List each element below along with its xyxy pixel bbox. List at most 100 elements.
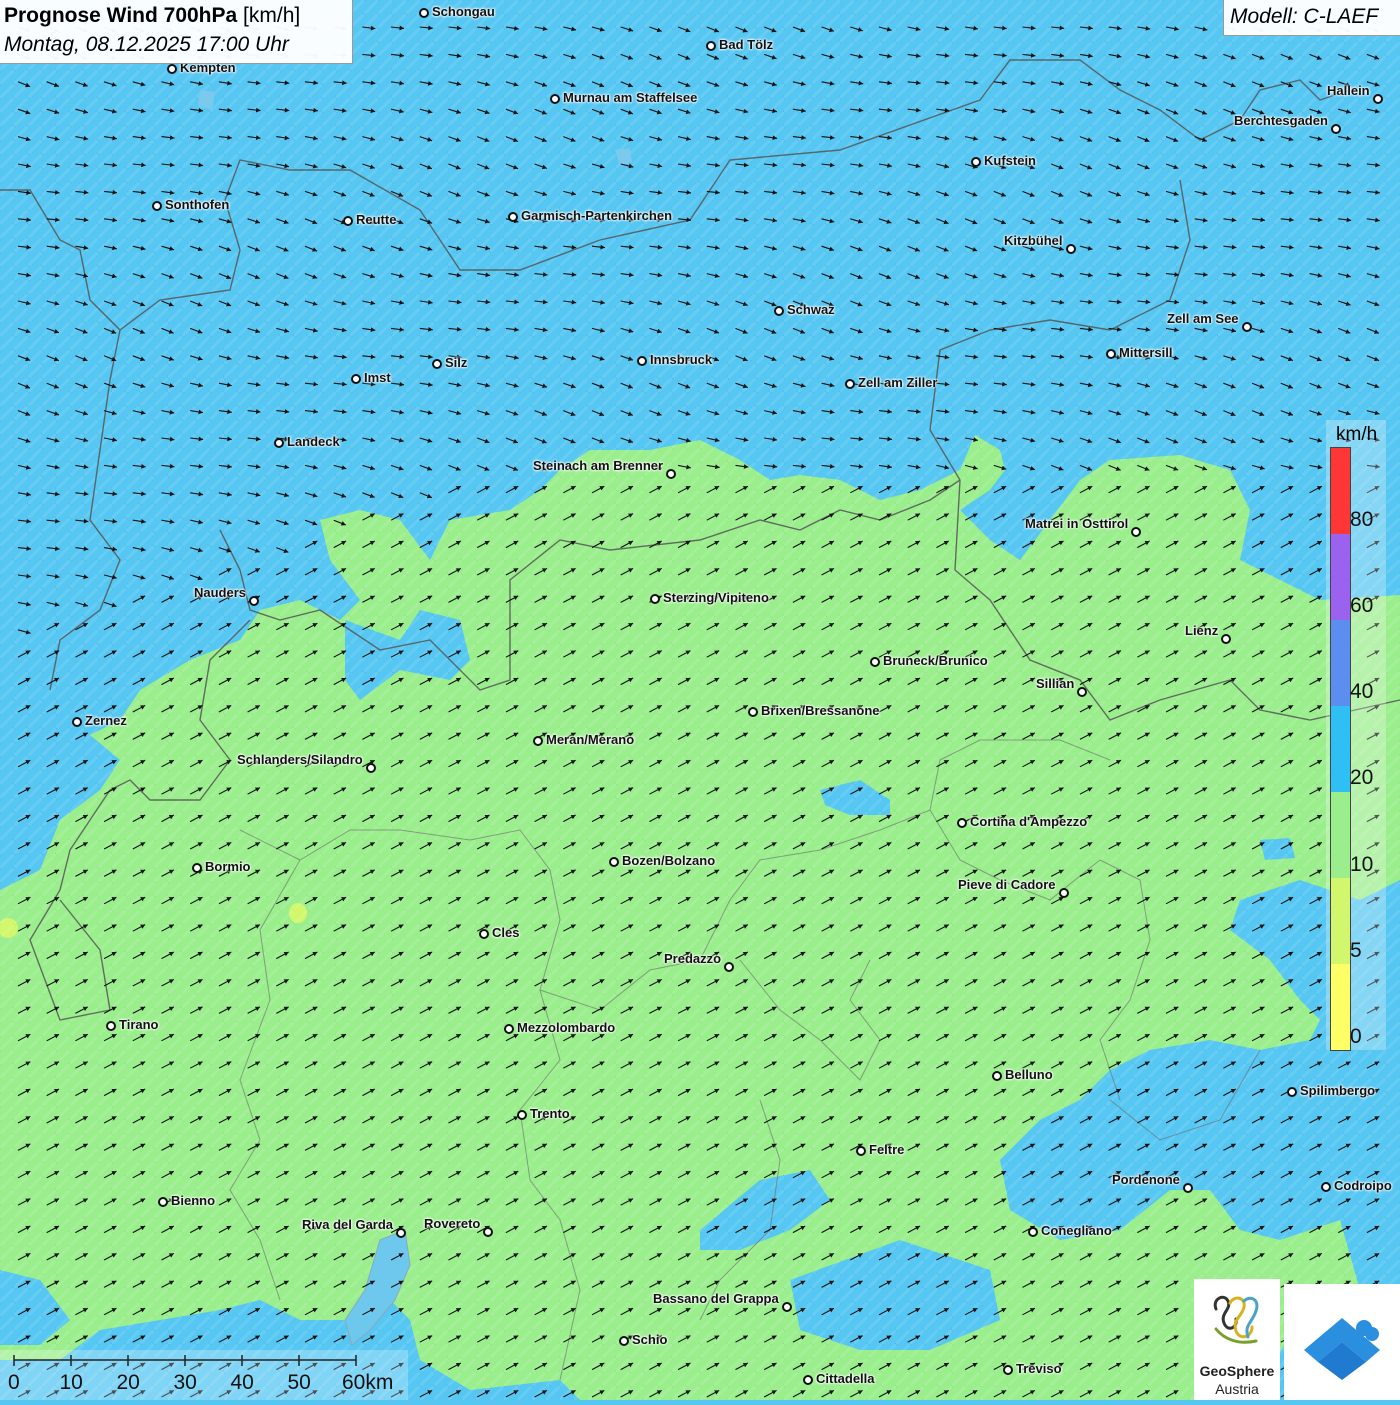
- city-label: Schongau: [432, 4, 495, 19]
- city-marker[interactable]: [1028, 1227, 1038, 1237]
- scale-label: 10: [59, 1371, 83, 1394]
- city-marker[interactable]: [706, 41, 716, 51]
- legend-label: 80: [1350, 508, 1374, 531]
- legend-color-step: [1331, 620, 1350, 706]
- app-logo[interactable]: [1284, 1284, 1400, 1400]
- city-marker[interactable]: [1321, 1182, 1331, 1192]
- city-marker[interactable]: [1242, 322, 1252, 332]
- city-label: Garmisch-Partenkirchen: [521, 208, 673, 223]
- legend-label: 0: [1350, 1025, 1362, 1048]
- city-label: Mezzolombardo: [517, 1020, 616, 1035]
- city-marker[interactable]: [870, 657, 880, 667]
- city-marker[interactable]: [72, 717, 82, 727]
- forecast-datetime: Montag, 08.12.2025 17:00 Uhr: [4, 33, 289, 56]
- city-label: Spilimbergo: [1300, 1083, 1376, 1098]
- city-label: Conegliano: [1041, 1223, 1112, 1238]
- city-marker[interactable]: [396, 1228, 406, 1238]
- model-panel: Modell: C-LAEF: [1223, 0, 1400, 36]
- city-label: Kitzbühel: [1004, 233, 1063, 248]
- city-marker[interactable]: [1331, 124, 1341, 134]
- city-marker[interactable]: [1221, 634, 1231, 644]
- legend-label: 20: [1350, 766, 1374, 789]
- title-panel: Prognose Wind 700hPa [km/h] Montag, 08.1…: [0, 0, 353, 64]
- city-label: Bad Tölz: [719, 37, 774, 52]
- city-marker[interactable]: [782, 1302, 792, 1312]
- city-label: Cittadella: [816, 1371, 875, 1386]
- city-marker[interactable]: [666, 469, 676, 479]
- scale-label: 20: [116, 1371, 140, 1394]
- scale-label: 60km: [342, 1371, 394, 1394]
- city-marker[interactable]: [1183, 1183, 1193, 1193]
- city-marker[interactable]: [106, 1021, 116, 1031]
- city-marker[interactable]: [1003, 1365, 1013, 1375]
- model-label: Modell: C-LAEF: [1230, 5, 1379, 28]
- city-marker[interactable]: [432, 359, 442, 369]
- city-label: Reutte: [356, 212, 397, 227]
- city-marker[interactable]: [274, 438, 284, 448]
- city-label: Rovereto: [424, 1216, 481, 1231]
- city-marker[interactable]: [533, 736, 543, 746]
- city-marker[interactable]: [748, 707, 758, 717]
- city-marker[interactable]: [1106, 349, 1116, 359]
- city-label: Riva del Garda: [302, 1217, 394, 1232]
- city-label: Bormio: [205, 859, 251, 874]
- legend-color-step: [1331, 964, 1350, 1050]
- city-label: Sillian: [1036, 676, 1075, 691]
- city-marker[interactable]: [803, 1375, 813, 1385]
- title-unit: [km/h]: [237, 4, 301, 27]
- city-marker[interactable]: [343, 216, 353, 226]
- city-label: Bienno: [171, 1193, 216, 1208]
- city-label: Belluno: [1005, 1067, 1053, 1082]
- city-marker[interactable]: [971, 157, 981, 167]
- scale-label: 30: [173, 1371, 197, 1394]
- city-label: Bassano del Grappa: [653, 1291, 779, 1306]
- city-marker[interactable]: [637, 356, 647, 366]
- city-marker[interactable]: [1059, 888, 1069, 898]
- city-marker[interactable]: [158, 1197, 168, 1207]
- city-label: Bozen/Bolzano: [622, 853, 716, 868]
- city-label: Berchtesgaden: [1234, 113, 1328, 128]
- city-label: Matrei in Osttirol: [1025, 516, 1129, 531]
- city-marker[interactable]: [192, 863, 202, 873]
- city-marker[interactable]: [483, 1227, 493, 1237]
- city-marker[interactable]: [479, 929, 489, 939]
- city-marker[interactable]: [856, 1146, 866, 1156]
- city-label: Kufstein: [984, 153, 1036, 168]
- legend-label: 60: [1350, 594, 1374, 617]
- city-marker[interactable]: [619, 1336, 629, 1346]
- city-marker[interactable]: [724, 962, 734, 972]
- legend-label: 10: [1350, 853, 1374, 876]
- city-marker[interactable]: [351, 374, 361, 384]
- city-marker[interactable]: [609, 857, 619, 867]
- city-label: Feltre: [869, 1142, 905, 1157]
- city-marker[interactable]: [419, 8, 429, 18]
- city-marker[interactable]: [249, 596, 259, 606]
- city-label: Pordenone: [1112, 1172, 1180, 1187]
- city-label: Schlanders/Silandro: [237, 752, 363, 767]
- city-marker[interactable]: [550, 94, 560, 104]
- city-marker[interactable]: [650, 594, 660, 604]
- city-marker[interactable]: [167, 64, 177, 74]
- city-marker[interactable]: [517, 1110, 527, 1120]
- city-marker[interactable]: [152, 201, 162, 211]
- geosphere-logo[interactable]: GeoSphere Austria: [1194, 1279, 1280, 1400]
- city-label: Codroipo: [1334, 1178, 1392, 1193]
- city-marker[interactable]: [1287, 1087, 1297, 1097]
- city-marker[interactable]: [774, 306, 784, 316]
- city-marker[interactable]: [366, 763, 376, 773]
- geosphere-emblem-icon: [1213, 1295, 1259, 1344]
- city-marker[interactable]: [845, 379, 855, 389]
- city-marker[interactable]: [1131, 527, 1141, 537]
- city-marker[interactable]: [1373, 94, 1383, 104]
- city-label: Lienz: [1185, 623, 1219, 638]
- city-marker[interactable]: [957, 818, 967, 828]
- city-marker[interactable]: [992, 1071, 1002, 1081]
- city-label: Treviso: [1016, 1361, 1062, 1376]
- city-label: Hallein: [1327, 83, 1370, 98]
- city-marker[interactable]: [1066, 244, 1076, 254]
- city-marker[interactable]: [1077, 687, 1087, 697]
- city-label: Tirano: [119, 1017, 159, 1032]
- scale-label: 40: [230, 1371, 254, 1394]
- city-marker[interactable]: [504, 1024, 514, 1034]
- city-marker[interactable]: [508, 212, 518, 222]
